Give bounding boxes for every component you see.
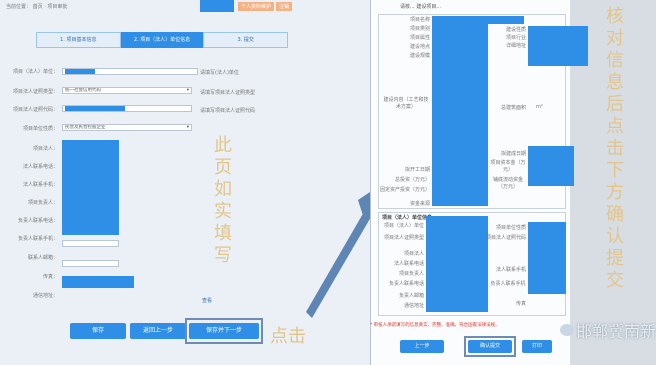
redacted-industry bbox=[528, 26, 588, 66]
label-cert-type: 项目法人证照类型： bbox=[12, 89, 58, 95]
save-next-button[interactable]: 保存并下一步 bbox=[189, 323, 259, 339]
label-legal-phone: 法人联系电话： bbox=[22, 164, 58, 170]
step-2[interactable]: 2. 项目（法人）单位信息 bbox=[120, 32, 204, 48]
label-project-attr: 项目属性 bbox=[409, 35, 430, 41]
cert-type-select[interactable]: 统一社会信用代码 ▾ bbox=[62, 87, 192, 94]
label-legal-person: 项目法人： bbox=[32, 146, 58, 152]
label-fixed-invest: 固定资产投资（万元） bbox=[379, 187, 430, 193]
view-link[interactable]: 查看 bbox=[202, 297, 212, 304]
breadcrumb: 当前位置： 首页 · 项目审批 bbox=[6, 3, 67, 10]
fax-input[interactable] bbox=[62, 260, 119, 267]
step-1[interactable]: 1. 项目基本信息 bbox=[36, 32, 121, 48]
breadcrumb-path: 首页 · 项目审批 bbox=[32, 4, 68, 10]
label-r-legal: 项目法人 bbox=[403, 251, 424, 257]
confirm-submit-button[interactable]: 确认提交 bbox=[468, 340, 512, 353]
redacted-unit-col bbox=[426, 216, 488, 312]
note-unit: 请填写(法人)单位 bbox=[200, 70, 239, 76]
watermark-text: 邯郸冀南新 bbox=[576, 322, 656, 341]
label-address-detail: 详细地址 bbox=[505, 43, 526, 49]
step-bar: 1. 项目基本信息 2. 项目（法人）单位信息 3. 提交 bbox=[36, 32, 289, 48]
label-project-type: 项目类别 bbox=[409, 26, 430, 32]
location-label: 当前位置： bbox=[6, 4, 32, 10]
label-manager-phone: 负责人联系电话： bbox=[17, 218, 58, 224]
label-r-legal-mobile: 法人联系手机 bbox=[495, 267, 526, 273]
label-industry: 项目行业 bbox=[505, 35, 526, 41]
cert-code-input[interactable] bbox=[62, 105, 192, 112]
annotation-fill-in: 此页如实填写 bbox=[214, 135, 232, 266]
email-input[interactable] bbox=[62, 240, 119, 247]
label-fund-source: 资金来源 bbox=[409, 201, 430, 207]
label-project-name: 项目名称 bbox=[409, 17, 430, 23]
address-redacted bbox=[62, 276, 134, 288]
redacted-block bbox=[200, 0, 234, 12]
label-r-address: 通信地址 bbox=[403, 303, 424, 309]
save-button[interactable]: 保存 bbox=[70, 323, 126, 339]
note-cert-code: 请填写项目法人证照代码 bbox=[200, 108, 256, 114]
notice-text: 请核... 建设项目... bbox=[400, 4, 442, 10]
print-button[interactable]: 打印 bbox=[522, 340, 552, 353]
label-location: 建设地点 bbox=[409, 44, 430, 50]
label-r-nature: 项目单位性质 bbox=[495, 225, 526, 231]
redacted-capital bbox=[528, 166, 574, 186]
label-r-cert-type: 项目法人证照类型 bbox=[383, 235, 424, 241]
label-total-invest: 总投资（万元） bbox=[394, 177, 430, 183]
label-r-manager: 项目负责人 bbox=[398, 271, 424, 277]
redacted-value bbox=[65, 106, 125, 111]
label-working-capital: 铺底流动资金（万元） bbox=[492, 177, 523, 190]
label-finish-date: 拟建成日期 bbox=[500, 151, 526, 157]
label-r-manager-mobile: 负责人联系手机 bbox=[490, 281, 526, 287]
wechat-icon bbox=[560, 324, 574, 336]
label-manager-mobile: 负责人联系手机： bbox=[17, 236, 58, 242]
warning-text: * 审核人承诺填写的信息真实、完整、准确，符合国家法律法规。 bbox=[370, 323, 500, 328]
watermark: 邯郸冀南新 bbox=[560, 318, 656, 342]
label-cert-code: 项目法人证照代码： bbox=[12, 107, 58, 113]
redacted-unit-right bbox=[528, 222, 566, 294]
label-r-manager-phone: 负责人联系电话 bbox=[388, 281, 424, 287]
label-content: 建设内容（工艺和技术方案） bbox=[383, 97, 429, 110]
label-email: 联系人邮箱： bbox=[27, 255, 58, 261]
redacted-project-col bbox=[432, 16, 488, 206]
label-scale: 建设规模 bbox=[409, 53, 430, 59]
label-legal-mobile: 法人联系手机： bbox=[22, 182, 58, 188]
annotation-verify: 核对信息后点击下方确认提交 bbox=[606, 6, 624, 291]
label-area: 总建筑面积 bbox=[500, 105, 526, 111]
section-title: 项目（法人）单位信息 bbox=[382, 215, 433, 221]
label-manager: 项目负责人： bbox=[27, 200, 58, 206]
area-unit: m² bbox=[536, 104, 543, 110]
back-button[interactable]: 返回上一步 bbox=[130, 323, 186, 339]
chevron-down-icon: ▾ bbox=[186, 125, 189, 130]
label-r-fax: 传真 bbox=[515, 301, 526, 307]
prev-button[interactable]: 上一步 bbox=[400, 340, 444, 353]
label-r-email: 负责人邮箱 bbox=[398, 293, 424, 299]
cert-type-value: 统一社会信用代码 bbox=[65, 88, 101, 93]
redacted-contact-block bbox=[62, 140, 119, 235]
redacted-dates bbox=[528, 146, 574, 166]
redacted-top-strip bbox=[488, 16, 524, 24]
label-nature: 建设性质 bbox=[505, 27, 526, 33]
unit-nature-select[interactable]: 民营及民营控股企业 ▾ bbox=[62, 124, 192, 131]
label-fax: 传真： bbox=[42, 274, 58, 280]
redacted-value bbox=[65, 69, 95, 74]
label-r-cert-code: 项目法人证照代码 bbox=[485, 235, 526, 241]
profile-link[interactable]: 个人资料维护 bbox=[238, 2, 275, 11]
label-unit-nature: 项目单位性质： bbox=[22, 126, 58, 132]
chevron-down-icon: ▾ bbox=[186, 88, 189, 93]
label-capital: 项目资本金（万元） bbox=[490, 160, 526, 173]
label-address: 通信地址： bbox=[32, 293, 58, 299]
label-r-legal-phone: 法人联系电话 bbox=[393, 261, 424, 267]
label-r-unit: 项目（法人）单位 bbox=[383, 223, 424, 229]
note-cert-type: 请填写项目法人证照类型 bbox=[200, 90, 256, 96]
unit-input[interactable] bbox=[62, 68, 198, 75]
label-start-date: 拟开工日期 bbox=[404, 167, 430, 173]
label-unit: 项目（法人）单位： bbox=[12, 69, 58, 75]
unit-nature-value: 民营及民营控股企业 bbox=[65, 125, 106, 130]
